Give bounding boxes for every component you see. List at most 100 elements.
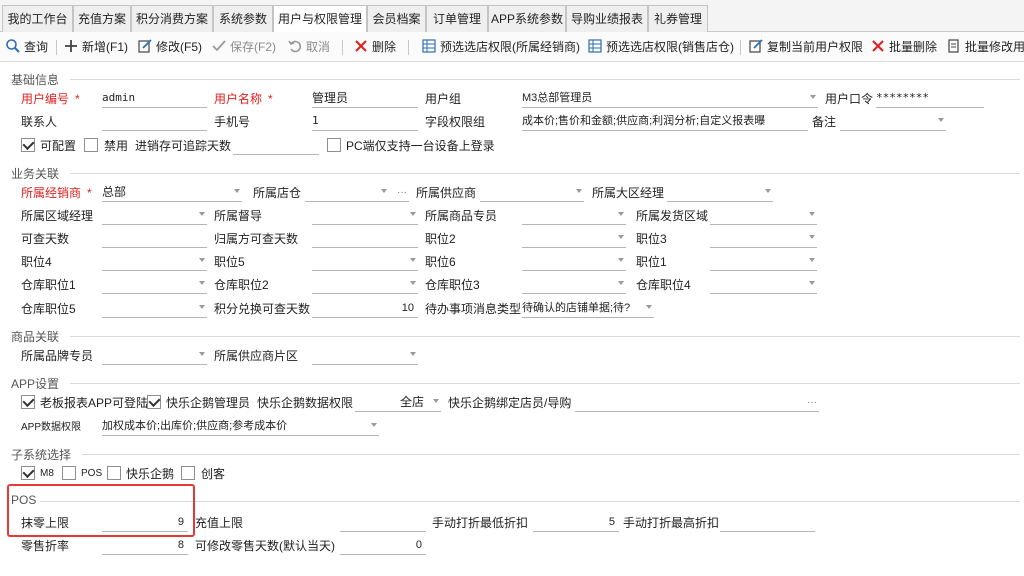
tab-points-plan[interactable]: 积分消费方案 <box>131 5 213 32</box>
tab-app-params[interactable]: APP系统参数 <box>488 5 566 32</box>
tab-member-files[interactable]: 会员档案 <box>367 5 426 32</box>
pos-checkbox[interactable] <box>62 466 76 480</box>
supplier-select[interactable] <box>480 184 584 202</box>
contact-label: 联系人 <box>21 115 58 129</box>
supplier-area-label: 所属供应商片区 <box>214 349 299 363</box>
position2-select[interactable] <box>522 230 626 248</box>
ship-area-select[interactable] <box>710 207 817 225</box>
position4-select[interactable] <box>102 253 207 271</box>
toolbar-divider <box>342 40 343 55</box>
batch-edit-button[interactable]: 批量修改用 <box>946 38 1024 56</box>
remark-label: 备注 <box>812 115 837 129</box>
password-field[interactable]: ******** <box>876 90 984 108</box>
store-select[interactable]: ··· <box>305 184 409 202</box>
warehouse-position2-select[interactable] <box>312 276 418 294</box>
region-manager-label: 所属大区经理 <box>592 186 665 200</box>
toolbar-divider <box>408 40 409 55</box>
chevron-down-icon <box>576 189 582 193</box>
copy-user-permission-button[interactable]: 复制当前用户权限 <box>748 38 863 56</box>
warehouse-position1-select[interactable] <box>102 276 207 294</box>
disabled-label: 禁用 <box>104 139 129 153</box>
brand-specialist-select[interactable] <box>102 347 207 365</box>
edit-days-label: 可修改零售天数(默认当天) <box>195 539 335 553</box>
user-name-field[interactable]: 管理员 <box>312 90 418 108</box>
tab-coupon-management[interactable]: 礼券管理 <box>648 5 708 32</box>
tab-user-permissions[interactable]: 用户与权限管理 <box>273 5 367 33</box>
tab-workbench[interactable]: 我的工作台 <box>2 5 73 32</box>
pc-single-device-label: PC端仅支持一台设备上登录 <box>346 139 495 153</box>
warehouse-position4-label: 仓库职位4 <box>636 278 691 292</box>
preselect-store-button[interactable]: 预选选店权限(销售店仓) <box>587 38 734 56</box>
max-discount-label: 手动打折最高折扣 <box>623 516 720 530</box>
retail-discount-field[interactable]: 8 <box>102 537 188 555</box>
preselect-dealer-button[interactable]: 预选选店权限(所属经销商) <box>421 38 580 56</box>
position3-select[interactable] <box>710 230 817 248</box>
tab-guide-performance[interactable]: 导购业绩报表 <box>566 5 648 32</box>
save-button[interactable]: 保存(F2) <box>211 38 276 56</box>
edit-button[interactable]: 修改(F5) <box>137 38 202 56</box>
query-days-field[interactable] <box>102 230 207 248</box>
tab-recharge-plan[interactable]: 充值方案 <box>73 5 131 32</box>
boss-report-label: 老板报表APP可登陆 <box>40 396 149 410</box>
query-button[interactable]: 查询 <box>5 38 48 56</box>
position3-label: 职位3 <box>636 232 667 246</box>
preselect-dealer-label: 预选选店权限(所属经销商) <box>440 40 580 54</box>
warehouse-position3-select[interactable] <box>522 276 626 294</box>
disabled-checkbox[interactable] <box>84 138 98 152</box>
chevron-down-icon <box>618 281 624 285</box>
position1-select[interactable] <box>710 253 817 271</box>
product-specialist-select[interactable] <box>522 207 626 225</box>
kuaile-admin-checkbox[interactable] <box>147 395 161 409</box>
kuaile-bind-select[interactable]: ··· <box>575 394 819 412</box>
tab-order-management[interactable]: 订单管理 <box>426 5 488 32</box>
trace-days-field[interactable] <box>233 137 319 155</box>
boss-report-checkbox[interactable] <box>21 395 35 409</box>
more-icon[interactable]: ··· <box>397 185 407 201</box>
section-divider <box>82 454 1020 455</box>
kuaile-checkbox[interactable] <box>107 466 121 480</box>
region-manager-select[interactable] <box>667 184 773 202</box>
chevron-down-icon <box>433 399 439 403</box>
position1-label: 职位1 <box>636 255 667 269</box>
warehouse-position4-select[interactable] <box>710 276 817 294</box>
pc-single-device-checkbox[interactable] <box>327 138 341 152</box>
chevron-down-icon <box>199 281 205 285</box>
owner-query-days-field[interactable] <box>312 230 418 248</box>
position5-select[interactable] <box>312 253 418 271</box>
remark-select[interactable] <box>840 113 946 131</box>
contact-field[interactable] <box>102 113 207 131</box>
user-group-select[interactable]: M3总部管理员 <box>522 90 818 108</box>
todo-type-select[interactable]: 待确认的店铺单据;待? <box>522 300 654 318</box>
app-data-permission-select[interactable]: 加权成本价;出库价;供应商;参考成本价 <box>102 418 379 436</box>
warehouse-position5-select[interactable] <box>102 300 207 318</box>
area-manager-select[interactable] <box>102 207 207 225</box>
add-button[interactable]: 新增(F1) <box>63 38 128 56</box>
max-discount-field[interactable] <box>720 514 815 532</box>
min-discount-field[interactable]: 5 <box>533 514 619 532</box>
tab-system-params[interactable]: 系统参数 <box>213 5 273 32</box>
cancel-button[interactable]: 取消 <box>287 38 330 56</box>
chuangke-checkbox[interactable] <box>181 466 195 480</box>
batch-delete-button[interactable]: 批量删除 <box>870 38 937 56</box>
position6-select[interactable] <box>522 253 626 271</box>
edit-days-field[interactable]: 0 <box>340 537 426 555</box>
more-icon[interactable]: ··· <box>807 395 817 411</box>
points-query-days-field[interactable]: 10 <box>312 300 418 318</box>
chevron-down-icon <box>765 189 771 193</box>
user-name-label: 用户名称 * <box>214 92 273 106</box>
chevron-down-icon <box>810 95 816 99</box>
supervisor-select[interactable] <box>312 207 418 225</box>
dealer-select[interactable]: 总部 <box>102 184 242 202</box>
chevron-down-icon <box>410 352 416 356</box>
edit-icon <box>138 39 152 53</box>
supplier-area-select[interactable] <box>312 347 418 365</box>
phone-field[interactable]: 1 <box>312 113 418 131</box>
recharge-limit-field[interactable] <box>340 514 426 532</box>
user-code-field[interactable]: admin <box>102 90 207 108</box>
kuaile-data-select[interactable]: 全店 <box>355 394 441 412</box>
configurable-checkbox[interactable] <box>21 138 35 152</box>
phone-label: 手机号 <box>214 115 251 129</box>
delete-button[interactable]: 删除 <box>353 38 396 56</box>
m8-checkbox[interactable] <box>21 466 35 480</box>
field-permission-select[interactable]: 成本价;售价和金额;供应商;利润分析;自定义报表曝 <box>522 113 808 131</box>
